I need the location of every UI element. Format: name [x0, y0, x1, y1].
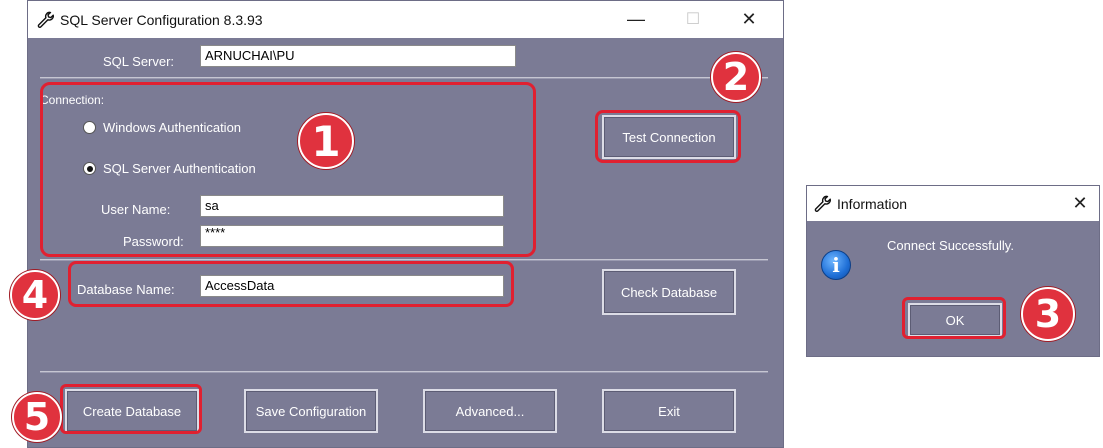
save-configuration-button[interactable]: Save Configuration: [244, 389, 378, 433]
step-4-badge: 4: [10, 270, 60, 320]
highlight-connection-group: [40, 82, 536, 257]
dialog-title: Information: [837, 196, 908, 212]
highlight-database-name: [68, 261, 514, 307]
window-title: SQL Server Configuration 8.3.93: [60, 12, 263, 28]
exit-button[interactable]: Exit: [602, 389, 736, 433]
dialog-message: Connect Successfully.: [887, 238, 1014, 253]
dialog-close-button[interactable]: ✕: [1065, 186, 1095, 221]
step-3-badge: 3: [1021, 287, 1075, 341]
highlight-test-connection: [595, 110, 741, 163]
maximize-button[interactable]: ☐: [673, 1, 713, 38]
step-5-badge: 5: [12, 392, 62, 442]
sql-server-label: SQL Server:: [103, 54, 175, 69]
advanced-button[interactable]: Advanced...: [423, 389, 557, 433]
close-button[interactable]: ✕: [729, 1, 769, 38]
separator: [40, 371, 768, 373]
wrench-icon: [36, 10, 56, 35]
separator: [40, 77, 768, 79]
sql-server-input[interactable]: ARNUCHAI\PU: [200, 45, 516, 67]
highlight-create-database: [60, 384, 202, 434]
step-2-badge: 2: [711, 52, 761, 102]
wrench-icon: [813, 194, 833, 219]
dialog-title-bar[interactable]: Information ✕: [807, 186, 1099, 221]
minimize-button[interactable]: —: [616, 1, 656, 38]
highlight-ok-button: [902, 297, 1006, 339]
title-bar[interactable]: SQL Server Configuration 8.3.93 — ☐ ✕: [28, 1, 783, 38]
step-1-badge: 1: [298, 113, 354, 169]
information-icon: i: [821, 250, 851, 280]
check-database-button[interactable]: Check Database: [602, 269, 736, 315]
